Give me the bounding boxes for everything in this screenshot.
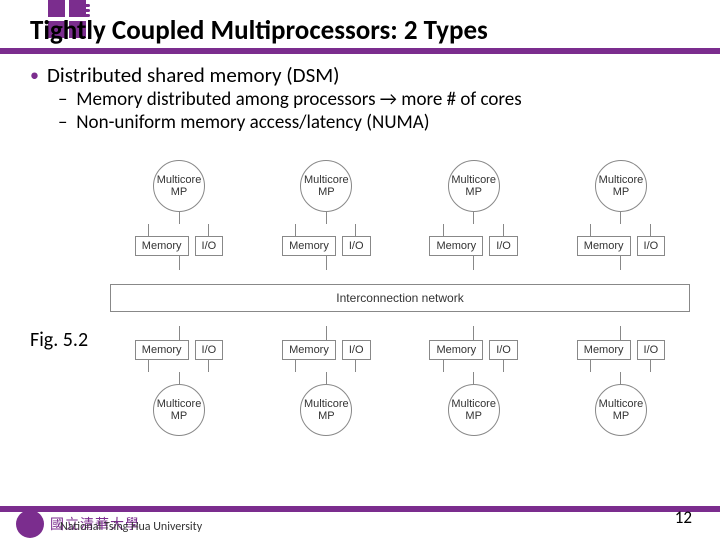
node-label-1: Multicore bbox=[157, 398, 202, 410]
node-col: Memory I/O Multicore MP bbox=[257, 340, 395, 436]
node-label-2: MP bbox=[171, 186, 188, 198]
university-name-en: National Tsing Hua University bbox=[60, 520, 202, 534]
multicore-mp-node: Multicore MP bbox=[153, 384, 205, 436]
connector-line bbox=[179, 212, 180, 224]
memory-box: Memory bbox=[282, 236, 336, 256]
node-label-1: Multicore bbox=[451, 174, 496, 186]
node-label-2: MP bbox=[318, 410, 335, 422]
memory-box: Memory bbox=[135, 340, 189, 360]
node-col: Multicore MP Memory I/O bbox=[257, 160, 395, 256]
mem-io-pair: Memory I/O bbox=[577, 236, 665, 256]
memory-box: Memory bbox=[282, 340, 336, 360]
io-box: I/O bbox=[342, 340, 371, 360]
memory-box: Memory bbox=[577, 340, 631, 360]
node-label-2: MP bbox=[465, 410, 482, 422]
bullet-sub-2: – Non-uniform memory access/latency (NUM… bbox=[58, 111, 700, 134]
interconnect-box: Interconnection network bbox=[110, 284, 690, 312]
net-lines-bottom bbox=[110, 326, 690, 340]
mem-io-pair: Memory I/O bbox=[429, 340, 517, 360]
bullet-main-text: Distributed shared memory (DSM) bbox=[47, 62, 340, 88]
memory-box: Memory bbox=[429, 340, 483, 360]
mem-io-pair: Memory I/O bbox=[429, 236, 517, 256]
bullet-sub-1: – Memory distributed among processors → … bbox=[58, 88, 700, 111]
io-box: I/O bbox=[489, 236, 518, 256]
multicore-mp-node: Multicore MP bbox=[448, 384, 500, 436]
io-box: I/O bbox=[195, 340, 224, 360]
pair-connector bbox=[110, 224, 248, 236]
node-label-2: MP bbox=[318, 186, 335, 198]
node-label-1: Multicore bbox=[157, 174, 202, 186]
io-box: I/O bbox=[489, 340, 518, 360]
memory-box: Memory bbox=[577, 236, 631, 256]
io-box: I/O bbox=[342, 236, 371, 256]
node-label-1: Multicore bbox=[304, 174, 349, 186]
multicore-mp-node: Multicore MP bbox=[595, 160, 647, 212]
connector-line bbox=[326, 372, 327, 384]
io-box: I/O bbox=[195, 236, 224, 256]
university-seal-icon bbox=[16, 510, 44, 538]
io-box: I/O bbox=[637, 236, 666, 256]
node-col: Memory I/O Multicore MP bbox=[552, 340, 690, 436]
net-lines-top bbox=[110, 256, 690, 270]
node-col: Memory I/O Multicore MP bbox=[110, 340, 248, 436]
title-underline bbox=[0, 48, 720, 54]
mem-io-pair: Memory I/O bbox=[282, 340, 370, 360]
memory-box: Memory bbox=[429, 236, 483, 256]
mem-io-pair: Memory I/O bbox=[135, 340, 223, 360]
figure-label: Fig. 5.2 bbox=[30, 328, 88, 352]
pair-connector bbox=[405, 224, 543, 236]
bullet-dot-icon: • bbox=[30, 62, 39, 88]
pair-connector bbox=[552, 224, 690, 236]
node-label-1: Multicore bbox=[599, 174, 644, 186]
pair-connector bbox=[405, 360, 543, 372]
memory-box: Memory bbox=[135, 236, 189, 256]
bottom-processor-row: Memory I/O Multicore MP Memory I/O Multi bbox=[110, 340, 690, 436]
multicore-mp-node: Multicore MP bbox=[153, 160, 205, 212]
node-col: Multicore MP Memory I/O bbox=[405, 160, 543, 256]
architecture-diagram: Multicore MP Memory I/O Multicore MP Mem bbox=[110, 160, 690, 436]
node-label-1: Multicore bbox=[599, 398, 644, 410]
connector-line bbox=[620, 372, 621, 384]
node-col: Memory I/O Multicore MP bbox=[405, 340, 543, 436]
node-label-1: Multicore bbox=[304, 398, 349, 410]
mem-io-pair: Memory I/O bbox=[577, 340, 665, 360]
multicore-mp-node: Multicore MP bbox=[300, 384, 352, 436]
page-number: 12 bbox=[675, 507, 692, 528]
node-label-2: MP bbox=[613, 410, 630, 422]
connector-line bbox=[473, 212, 474, 224]
pair-connector bbox=[110, 360, 248, 372]
connector-line bbox=[473, 372, 474, 384]
node-label-2: MP bbox=[465, 186, 482, 198]
node-label-2: MP bbox=[171, 410, 188, 422]
pair-connector bbox=[552, 360, 690, 372]
mem-io-pair: Memory I/O bbox=[135, 236, 223, 256]
multicore-mp-node: Multicore MP bbox=[595, 384, 647, 436]
io-box: I/O bbox=[637, 340, 666, 360]
connector-line bbox=[620, 212, 621, 224]
dash-icon: – bbox=[58, 88, 72, 111]
slide-title: Tightly Coupled Multiprocessors: 2 Types bbox=[30, 14, 488, 47]
node-col: Multicore MP Memory I/O bbox=[110, 160, 248, 256]
top-processor-row: Multicore MP Memory I/O Multicore MP Mem bbox=[110, 160, 690, 256]
node-label-2: MP bbox=[613, 186, 630, 198]
mem-io-pair: Memory I/O bbox=[282, 236, 370, 256]
pair-connector bbox=[257, 224, 395, 236]
content-area: • Distributed shared memory (DSM) – Memo… bbox=[30, 62, 700, 134]
pair-connector bbox=[257, 360, 395, 372]
multicore-mp-node: Multicore MP bbox=[448, 160, 500, 212]
connector-line bbox=[326, 212, 327, 224]
node-label-1: Multicore bbox=[451, 398, 496, 410]
dash-icon: – bbox=[58, 111, 72, 134]
node-col: Multicore MP Memory I/O bbox=[552, 160, 690, 256]
bullet-main: • Distributed shared memory (DSM) bbox=[30, 62, 700, 88]
multicore-mp-node: Multicore MP bbox=[300, 160, 352, 212]
bullet-sub-1-text: Memory distributed among processors → mo… bbox=[76, 88, 521, 111]
bullet-sub-2-text: Non-uniform memory access/latency (NUMA) bbox=[76, 111, 429, 134]
connector-line bbox=[179, 372, 180, 384]
